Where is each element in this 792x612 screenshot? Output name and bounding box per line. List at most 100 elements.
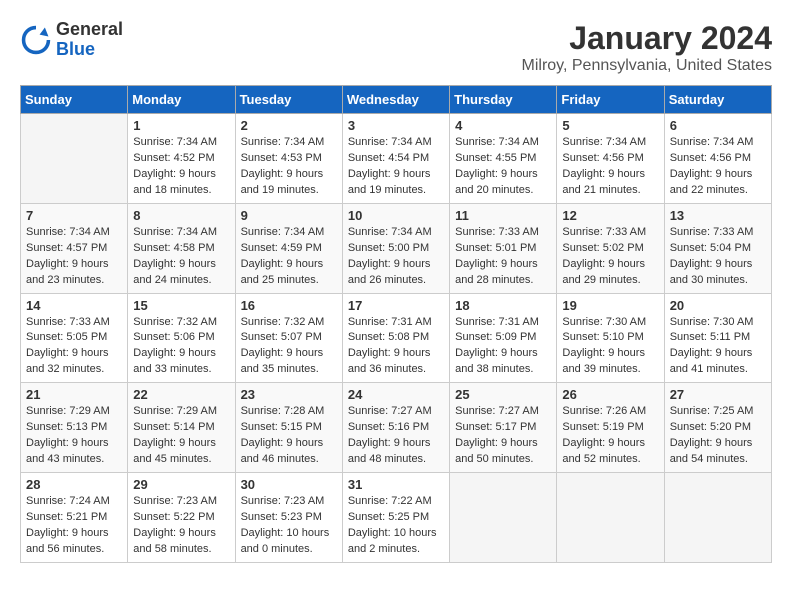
calendar-cell: 15 Sunrise: 7:32 AM Sunset: 5:06 PM Dayl…: [128, 293, 235, 383]
day-number: 24: [348, 387, 444, 402]
daylight-text: Daylight: 10 hours and 0 minutes.: [241, 526, 337, 558]
logo-icon: [20, 24, 52, 56]
sunrise-text: Sunrise: 7:34 AM: [670, 135, 766, 151]
calendar-cell: 2 Sunrise: 7:34 AM Sunset: 4:53 PM Dayli…: [235, 114, 342, 204]
daylight-text: Daylight: 9 hours and 46 minutes.: [241, 436, 337, 468]
weekday-header-tuesday: Tuesday: [235, 86, 342, 114]
sunrise-text: Sunrise: 7:24 AM: [26, 494, 122, 510]
sunrise-text: Sunrise: 7:34 AM: [133, 225, 229, 241]
daylight-text: Daylight: 9 hours and 32 minutes.: [26, 346, 122, 378]
sunset-text: Sunset: 4:55 PM: [455, 151, 551, 167]
sunrise-text: Sunrise: 7:34 AM: [241, 225, 337, 241]
calendar-cell: 17 Sunrise: 7:31 AM Sunset: 5:08 PM Dayl…: [342, 293, 449, 383]
sunset-text: Sunset: 4:59 PM: [241, 241, 337, 257]
calendar-cell: 30 Sunrise: 7:23 AM Sunset: 5:23 PM Dayl…: [235, 473, 342, 563]
calendar-cell: 18 Sunrise: 7:31 AM Sunset: 5:09 PM Dayl…: [450, 293, 557, 383]
calendar-cell: 29 Sunrise: 7:23 AM Sunset: 5:22 PM Dayl…: [128, 473, 235, 563]
sunrise-text: Sunrise: 7:27 AM: [455, 404, 551, 420]
page-header: General Blue January 2024 Milroy, Pennsy…: [20, 20, 772, 75]
calendar-cell: 6 Sunrise: 7:34 AM Sunset: 4:56 PM Dayli…: [664, 114, 771, 204]
daylight-text: Daylight: 9 hours and 45 minutes.: [133, 436, 229, 468]
daylight-text: Daylight: 9 hours and 28 minutes.: [455, 257, 551, 289]
day-number: 20: [670, 298, 766, 313]
calendar-cell: 9 Sunrise: 7:34 AM Sunset: 4:59 PM Dayli…: [235, 203, 342, 293]
day-number: 14: [26, 298, 122, 313]
weekday-header-friday: Friday: [557, 86, 664, 114]
calendar-cell: [557, 473, 664, 563]
sunrise-text: Sunrise: 7:34 AM: [133, 135, 229, 151]
day-number: 16: [241, 298, 337, 313]
calendar-cell: 31 Sunrise: 7:22 AM Sunset: 5:25 PM Dayl…: [342, 473, 449, 563]
day-number: 23: [241, 387, 337, 402]
sunset-text: Sunset: 5:25 PM: [348, 510, 444, 526]
day-number: 13: [670, 208, 766, 223]
daylight-text: Daylight: 9 hours and 54 minutes.: [670, 436, 766, 468]
calendar-cell: 26 Sunrise: 7:26 AM Sunset: 5:19 PM Dayl…: [557, 383, 664, 473]
daylight-text: Daylight: 9 hours and 41 minutes.: [670, 346, 766, 378]
sunrise-text: Sunrise: 7:33 AM: [26, 315, 122, 331]
sunrise-text: Sunrise: 7:34 AM: [241, 135, 337, 151]
calendar-cell: 23 Sunrise: 7:28 AM Sunset: 5:15 PM Dayl…: [235, 383, 342, 473]
weekday-header-row: SundayMondayTuesdayWednesdayThursdayFrid…: [21, 86, 772, 114]
day-number: 12: [562, 208, 658, 223]
logo-line1: General: [56, 20, 123, 40]
day-number: 29: [133, 477, 229, 492]
sunrise-text: Sunrise: 7:34 AM: [348, 225, 444, 241]
day-number: 18: [455, 298, 551, 313]
calendar-cell: [450, 473, 557, 563]
sunset-text: Sunset: 5:17 PM: [455, 420, 551, 436]
sunset-text: Sunset: 5:05 PM: [26, 330, 122, 346]
day-number: 17: [348, 298, 444, 313]
sunrise-text: Sunrise: 7:23 AM: [133, 494, 229, 510]
day-number: 31: [348, 477, 444, 492]
calendar-cell: [664, 473, 771, 563]
sunset-text: Sunset: 5:16 PM: [348, 420, 444, 436]
daylight-text: Daylight: 9 hours and 19 minutes.: [348, 167, 444, 199]
daylight-text: Daylight: 9 hours and 56 minutes.: [26, 526, 122, 558]
sunrise-text: Sunrise: 7:34 AM: [26, 225, 122, 241]
day-number: 22: [133, 387, 229, 402]
daylight-text: Daylight: 9 hours and 36 minutes.: [348, 346, 444, 378]
calendar-cell: 1 Sunrise: 7:34 AM Sunset: 4:52 PM Dayli…: [128, 114, 235, 204]
sunrise-text: Sunrise: 7:25 AM: [670, 404, 766, 420]
calendar-cell: 7 Sunrise: 7:34 AM Sunset: 4:57 PM Dayli…: [21, 203, 128, 293]
sunrise-text: Sunrise: 7:22 AM: [348, 494, 444, 510]
sunset-text: Sunset: 5:19 PM: [562, 420, 658, 436]
sunset-text: Sunset: 5:15 PM: [241, 420, 337, 436]
sunset-text: Sunset: 5:04 PM: [670, 241, 766, 257]
daylight-text: Daylight: 9 hours and 52 minutes.: [562, 436, 658, 468]
daylight-text: Daylight: 9 hours and 33 minutes.: [133, 346, 229, 378]
calendar-week-row: 21 Sunrise: 7:29 AM Sunset: 5:13 PM Dayl…: [21, 383, 772, 473]
month-title: January 2024: [522, 20, 772, 57]
sunrise-text: Sunrise: 7:32 AM: [133, 315, 229, 331]
day-number: 21: [26, 387, 122, 402]
sunset-text: Sunset: 4:54 PM: [348, 151, 444, 167]
day-number: 2: [241, 118, 337, 133]
sunrise-text: Sunrise: 7:34 AM: [348, 135, 444, 151]
daylight-text: Daylight: 9 hours and 39 minutes.: [562, 346, 658, 378]
calendar-table: SundayMondayTuesdayWednesdayThursdayFrid…: [20, 85, 772, 563]
calendar-cell: 8 Sunrise: 7:34 AM Sunset: 4:58 PM Dayli…: [128, 203, 235, 293]
sunrise-text: Sunrise: 7:28 AM: [241, 404, 337, 420]
sunset-text: Sunset: 5:08 PM: [348, 330, 444, 346]
sunset-text: Sunset: 4:57 PM: [26, 241, 122, 257]
sunset-text: Sunset: 5:06 PM: [133, 330, 229, 346]
sunset-text: Sunset: 5:14 PM: [133, 420, 229, 436]
weekday-header-saturday: Saturday: [664, 86, 771, 114]
sunrise-text: Sunrise: 7:29 AM: [26, 404, 122, 420]
sunset-text: Sunset: 4:56 PM: [670, 151, 766, 167]
calendar-cell: [21, 114, 128, 204]
day-number: 27: [670, 387, 766, 402]
daylight-text: Daylight: 9 hours and 24 minutes.: [133, 257, 229, 289]
day-number: 1: [133, 118, 229, 133]
daylight-text: Daylight: 9 hours and 20 minutes.: [455, 167, 551, 199]
day-number: 10: [348, 208, 444, 223]
title-block: January 2024 Milroy, Pennsylvania, Unite…: [522, 20, 772, 75]
calendar-cell: 5 Sunrise: 7:34 AM Sunset: 4:56 PM Dayli…: [557, 114, 664, 204]
sunrise-text: Sunrise: 7:30 AM: [670, 315, 766, 331]
daylight-text: Daylight: 10 hours and 2 minutes.: [348, 526, 444, 558]
sunset-text: Sunset: 5:23 PM: [241, 510, 337, 526]
sunset-text: Sunset: 5:22 PM: [133, 510, 229, 526]
sunset-text: Sunset: 5:21 PM: [26, 510, 122, 526]
sunrise-text: Sunrise: 7:34 AM: [562, 135, 658, 151]
